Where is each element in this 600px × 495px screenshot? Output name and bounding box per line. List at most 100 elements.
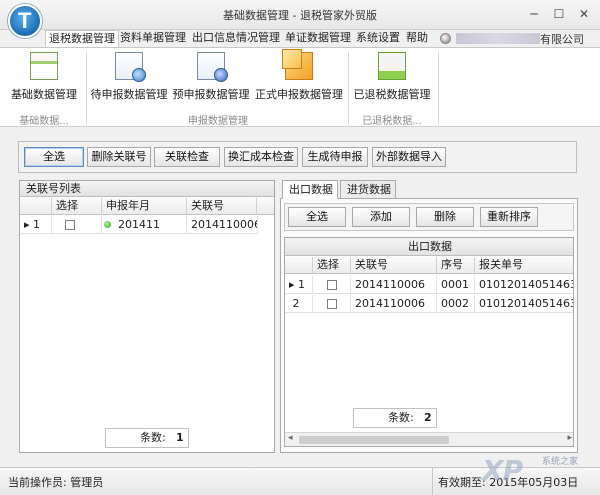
left-count-label: 条数: — [140, 431, 166, 444]
export-toolbar: 全选 添加 删除 重新排序 — [284, 203, 574, 231]
pending-declare-label: 待申报数据管理 — [90, 88, 168, 101]
basic-data-label: 基础数据管理 — [11, 88, 77, 101]
col-header-assoc-no[interactable]: 关联号 — [351, 257, 437, 274]
group-separator — [86, 52, 87, 124]
scrollbar-thumb[interactable] — [299, 436, 449, 444]
table-row[interactable]: ▸ 1 201411 2014110006 — [20, 216, 258, 234]
tab-settings[interactable]: 系统设置 — [353, 30, 403, 47]
period-cell: 201411 — [102, 216, 187, 234]
user-avatar-icon[interactable] — [440, 33, 451, 44]
scroll-left-icon[interactable]: ◂ — [288, 433, 293, 443]
customs-no-cell: 010120140514634 — [479, 278, 574, 291]
pre-declare-label: 预申报数据管理 — [172, 88, 250, 101]
row-checkbox[interactable] — [65, 220, 75, 230]
export-select-all-button[interactable]: 全选 — [288, 207, 346, 227]
watermark-site: 系统之家 — [542, 457, 579, 467]
right-count-box: 条数: 2 — [353, 408, 437, 428]
main-toolbar: 全选 删除关联号 关联检查 换汇成本检查 生成待申报 外部数据导入 — [18, 141, 577, 173]
period-value: 201411 — [118, 218, 160, 231]
row-index: 2 — [285, 295, 313, 313]
table-row[interactable]: ▸ 1 2014110006 0001 010120140514634 — [285, 276, 574, 294]
title-bar: 基础数据管理 - 退税管家外贸版 ─ ☐ ✕ — [0, 0, 600, 30]
delete-row-button[interactable]: 删除 — [416, 207, 474, 227]
assoc-grid-header: 选择 申报年月 关联号 — [20, 198, 274, 215]
tab-export-data[interactable]: 出口数据 — [282, 180, 338, 199]
row-checkbox[interactable] — [327, 280, 337, 290]
row-checkbox[interactable] — [327, 299, 337, 309]
window-title: 基础数据管理 - 退税管家外贸版 — [223, 9, 377, 22]
table-icon — [30, 52, 58, 80]
status-divider — [432, 468, 433, 495]
select-all-button[interactable]: 全选 — [24, 147, 84, 167]
formal-declare-button[interactable]: 正式申报数据管理 — [254, 49, 344, 102]
pre-declare-doc-icon — [197, 52, 228, 82]
add-row-button[interactable]: 添加 — [352, 207, 410, 227]
tab-refund-data[interactable]: 退税数据管理 — [45, 30, 119, 47]
minimize-button[interactable]: ─ — [524, 6, 544, 22]
pending-declare-button[interactable]: 待申报数据管理 — [90, 52, 168, 102]
refunded-data-label: 已退税数据管理 — [353, 88, 431, 101]
current-operator: 当前操作员: 管理员 — [8, 476, 104, 489]
tab-documents[interactable]: 资料单据管理 — [117, 30, 189, 47]
external-import-button[interactable]: 外部数据导入 — [372, 147, 446, 167]
row-index: ▸ 1 — [20, 216, 52, 234]
right-count-value: 2 — [424, 411, 432, 424]
seq-cell: 0002 — [437, 295, 475, 313]
tab-export-info[interactable]: 出口信息情况管理 — [189, 30, 283, 47]
status-ok-icon — [104, 221, 111, 228]
row-select-cell — [313, 276, 351, 294]
col-header-customs-no[interactable]: 报关单号 — [475, 257, 573, 274]
assoc-list-panel: 关联号列表 选择 申报年月 关联号 ▸ 1 201411 2014110006 … — [19, 180, 275, 453]
seq-cell: 0001 — [437, 276, 475, 294]
formal-declare-icon — [282, 49, 313, 80]
tab-voucher-data[interactable]: 单证数据管理 — [282, 30, 354, 47]
export-grid-header: 选择 关联号 序号 报关单号 — [285, 257, 573, 274]
reorder-button[interactable]: 重新排序 — [480, 207, 538, 227]
assoc-no-cell: 2014110006 — [351, 276, 437, 294]
row-select-cell — [52, 216, 102, 234]
row-index: ▸ 1 — [285, 276, 313, 294]
group-label-basic: 基础数据... — [19, 116, 69, 127]
row-select-cell — [313, 295, 351, 313]
row-indicator-header — [20, 198, 52, 215]
exchange-cost-check-button[interactable]: 换汇成本检查 — [224, 147, 298, 167]
assoc-no-cell: 2014110006 — [351, 295, 437, 313]
left-count-value: 1 — [176, 431, 184, 444]
export-grid-caption: 出口数据 — [285, 238, 573, 256]
group-separator — [438, 52, 439, 124]
basic-data-button[interactable]: 基础数据管理 — [6, 52, 82, 102]
left-count-box: 条数: 1 — [105, 428, 189, 448]
company-name-suffix: 有限公司 — [540, 33, 584, 46]
group-label-refunded: 已退税数据... — [362, 116, 422, 127]
app-logo-icon[interactable]: T — [8, 4, 42, 38]
row-indicator-header — [285, 257, 313, 274]
export-data-grid: 出口数据 选择 关联号 序号 报关单号 ▸ 1 2014110006 0001 … — [284, 237, 574, 447]
scroll-right-icon[interactable]: ▸ — [567, 433, 572, 443]
group-label-declare: 申报数据管理 — [188, 116, 248, 127]
pending-doc-icon — [115, 52, 146, 82]
watermark-logo: XP — [482, 454, 523, 487]
col-header-period[interactable]: 申报年月 — [102, 198, 187, 215]
col-header-assoc-no[interactable]: 关联号 — [187, 198, 257, 215]
generate-pending-button[interactable]: 生成待申报 — [302, 147, 368, 167]
pre-declare-button[interactable]: 预申报数据管理 — [172, 52, 250, 102]
refunded-tray-icon — [378, 52, 406, 80]
ribbon-panel: 基础数据管理 基础数据... 待申报数据管理 预申报数据管理 正式申报数据管理 … — [0, 47, 600, 127]
panel-splitter-handle[interactable]: ⋮ — [276, 307, 285, 319]
col-header-select[interactable]: 选择 — [52, 198, 102, 215]
assoc-check-button[interactable]: 关联检查 — [154, 147, 220, 167]
close-button[interactable]: ✕ — [574, 6, 594, 22]
col-header-select[interactable]: 选择 — [313, 257, 351, 274]
right-count-label: 条数: — [388, 411, 414, 424]
assoc-list-title: 关联号列表 — [20, 181, 274, 197]
delete-assoc-button[interactable]: 删除关联号 — [87, 147, 151, 167]
tab-purchase-data[interactable]: 进货数据 — [340, 180, 396, 199]
customs-no-cell: 010120140514634 — [479, 297, 574, 310]
tab-help[interactable]: 帮助 — [403, 30, 431, 47]
maximize-button[interactable]: ☐ — [549, 6, 569, 22]
table-row[interactable]: 2 2014110006 0002 010120140514634 — [285, 295, 574, 313]
col-header-seq[interactable]: 序号 — [437, 257, 475, 274]
refunded-data-button[interactable]: 已退税数据管理 — [352, 52, 432, 102]
horizontal-scrollbar[interactable]: ◂ ▸ — [285, 432, 573, 446]
assoc-no-cell: 2014110006 — [187, 216, 258, 234]
